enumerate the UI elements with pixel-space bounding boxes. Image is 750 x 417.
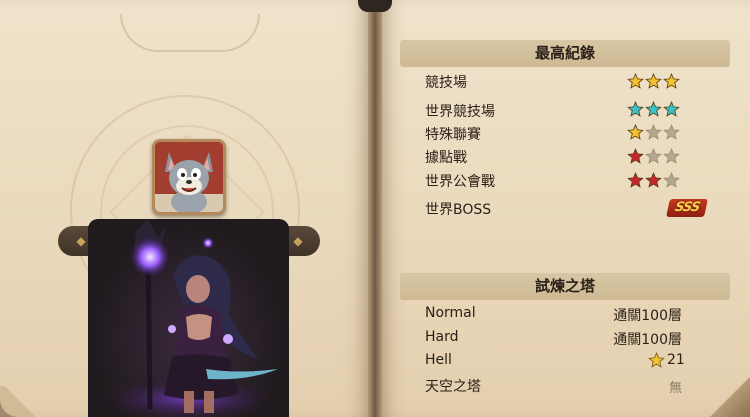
teal-star-icon: [663, 101, 680, 117]
red-star-icon: [627, 148, 644, 164]
gold-star-icon: [627, 124, 644, 140]
empty-star-icon: [663, 172, 680, 188]
diamond-arrow-right-icon[interactable]: ◆: [290, 233, 306, 249]
red-star-icon: [645, 172, 662, 188]
empty-star-icon: [663, 124, 680, 140]
gold-star-icon: [645, 73, 662, 89]
cartoon-cat-avatar-icon: [155, 142, 223, 212]
trial-value-normal: 通關100層: [613, 308, 682, 324]
record-label-world-boss: 世界BOSS: [425, 202, 492, 218]
empty-star-icon: [663, 148, 680, 164]
records-title: 最高紀錄: [400, 40, 730, 67]
record-label-world-guild-war: 世界公會戰: [425, 174, 495, 190]
book-cover-top: [358, 0, 392, 12]
record-label-siege: 據點戰: [425, 150, 467, 166]
trial-value-hard: 通關100層: [613, 332, 682, 348]
trial-value-hell: 21: [667, 352, 685, 368]
page-corner-fold[interactable]: [708, 378, 750, 417]
record-stars-special-league: [627, 124, 680, 142]
record-stars-arena: [627, 73, 680, 91]
record-stars-world-arena: [627, 101, 680, 119]
gold-star-icon: [663, 73, 680, 89]
player-avatar[interactable]: [152, 139, 226, 215]
teal-star-icon: [627, 101, 644, 117]
trial-value-sky-tower: 無: [668, 381, 682, 396]
profile-book: ◆ ◆ 最高紀錄 競技場 世界競技場 特殊聯賽 據點戰 世界公會戰 世界BOSS…: [0, 0, 750, 417]
gold-star-icon: [627, 73, 644, 89]
world-boss-rank-badge: SSS: [666, 199, 708, 217]
trial-label-sky-tower: 天空之塔: [425, 379, 481, 395]
teal-star-icon: [645, 101, 662, 117]
trial-label-hell: Hell: [425, 352, 452, 368]
left-corner-fold: [0, 386, 40, 417]
empty-star-icon: [645, 148, 662, 164]
hell-star-icon: [648, 352, 665, 368]
trial-label-normal: Normal: [425, 305, 476, 321]
empty-star-icon: [645, 124, 662, 140]
record-stars-world-guild-war: [627, 172, 680, 190]
record-label-special-league: 特殊聯賽: [425, 127, 481, 143]
top-ornament: [120, 14, 260, 52]
record-stars-siege: [627, 148, 680, 166]
trial-tower-title: 試煉之塔: [400, 273, 730, 300]
record-label-arena: 競技場: [425, 75, 467, 91]
dark-sorceress-hero-icon: [98, 219, 278, 417]
red-star-icon: [627, 172, 644, 188]
record-label-world-arena: 世界競技場: [425, 104, 495, 120]
trial-label-hard: Hard: [425, 329, 459, 345]
book-spine: [368, 0, 382, 417]
diamond-arrow-left-icon[interactable]: ◆: [73, 233, 89, 249]
featured-hero-card[interactable]: [88, 219, 289, 417]
